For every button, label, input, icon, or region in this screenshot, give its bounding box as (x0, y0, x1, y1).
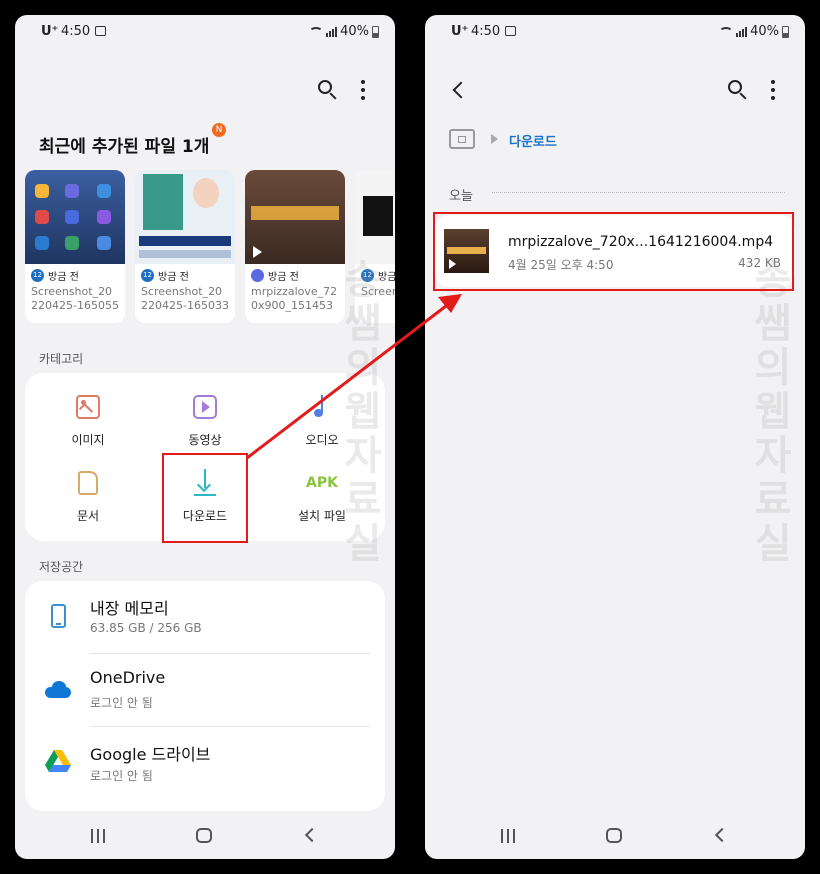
highlight-box-downloads-category (162, 453, 248, 543)
phone-storage-icon (45, 603, 71, 629)
category-section-label: 카테고리 (39, 352, 84, 366)
home-icon[interactable] (606, 828, 622, 843)
storage-subtitle: 63.85 GB / 256 GB (90, 621, 202, 635)
recent-files-title: 최근에 추가된 파일 1개 (39, 137, 210, 157)
watermark: 송쌤의웹자료실 (344, 257, 382, 567)
video-thumbnail (245, 170, 345, 264)
date-group-label: 오늘 (449, 189, 473, 204)
back-icon[interactable] (304, 827, 320, 843)
search-icon[interactable] (725, 77, 751, 103)
storage-title: Google 드라이브 (90, 745, 211, 764)
storage-title: 내장 메모리 (90, 599, 169, 618)
recent-card-filename: mrpizzalove_720x900_1514532... (251, 285, 338, 312)
gallery-notification-icon (505, 26, 516, 36)
carrier-label: U⁺ (451, 24, 469, 39)
recent-file-card[interactable]: 방금 전 mrpizzalove_720x900_1514532... (245, 170, 345, 323)
chevron-right-icon (491, 134, 498, 144)
google-drive-icon (45, 749, 71, 775)
battery-percent: 40% (340, 24, 369, 39)
wifi-icon (309, 26, 324, 37)
category-images[interactable]: 이미지 (33, 393, 143, 448)
storage-internal-memory[interactable]: 내장 메모리 63.85 GB / 256 GB (25, 581, 385, 653)
screenshot-thumbnail (355, 170, 395, 264)
onedrive-icon (45, 676, 71, 702)
wifi-icon (719, 26, 734, 37)
recent-apps-icon[interactable] (91, 829, 105, 843)
signal-icon (736, 26, 748, 37)
status-bar: U⁺ 4:50 40% (425, 15, 805, 49)
storage-onedrive[interactable]: OneDrive 로그인 안 됨 (25, 654, 385, 726)
clock: 4:50 (471, 24, 501, 39)
screenshot-thumbnail (135, 170, 235, 264)
new-badge: N (212, 123, 226, 137)
navigation-bar (15, 815, 395, 859)
downloads-folder-screen: U⁺ 4:50 40% 다운로드 오늘 mrpizzalove_720x...1… (425, 15, 805, 859)
category-videos[interactable]: 동영상 (150, 393, 260, 448)
clock: 4:50 (61, 24, 91, 39)
back-icon[interactable] (714, 827, 730, 843)
back-arrow-icon[interactable] (447, 77, 473, 103)
storage-panel: 내장 메모리 63.85 GB / 256 GB OneDrive 로그인 안 … (25, 581, 385, 811)
breadcrumb-downloads[interactable]: 다운로드 (509, 131, 557, 150)
carrier-label: U⁺ (41, 24, 59, 39)
app-badge-icon: 12 (31, 269, 44, 282)
date-divider (492, 192, 785, 193)
storage-subtitle: 로그인 안 됨 (90, 769, 153, 783)
audio-icon (308, 393, 336, 421)
video-icon (191, 393, 219, 421)
storage-subtitle: 로그인 안 됨 (90, 696, 153, 710)
category-label: 문서 (76, 509, 100, 523)
battery-percent: 40% (750, 24, 779, 39)
screenshot-thumbnail (25, 170, 125, 264)
home-icon[interactable] (196, 828, 212, 843)
watermark: 송쌤의웹자료실 (754, 257, 792, 567)
highlight-box-downloaded-file (433, 212, 794, 291)
home-folder-icon[interactable] (449, 129, 475, 149)
app-badge-icon: 12 (141, 269, 154, 282)
storage-google-drive[interactable]: Google 드라이브 로그인 안 됨 (25, 727, 385, 799)
storage-section-label: 저장공간 (39, 560, 84, 574)
battery-icon (782, 25, 789, 38)
document-icon (74, 469, 102, 497)
file-manager-home-screen: U⁺ 4:50 40% 최근에 추가된 파일 1개 N 12 방금 전 Scree… (15, 15, 395, 859)
app-badge-icon (251, 269, 264, 282)
category-label: 동영상 (188, 433, 222, 447)
recent-card-time: 방금 전 (268, 272, 299, 283)
recent-file-card[interactable]: 12 방금 전 Screenshot_20220425-165033_... (135, 170, 235, 323)
recent-file-card[interactable]: 12 방금 전 Screenshot_20220425-165055_... (25, 170, 125, 323)
search-icon[interactable] (315, 77, 341, 103)
image-icon (74, 393, 102, 421)
breadcrumb: 다운로드 (449, 129, 749, 151)
category-label: 이미지 (71, 433, 105, 447)
recent-card-time: 방금 전 (158, 272, 189, 283)
gallery-notification-icon (95, 26, 106, 36)
more-options-icon[interactable] (760, 77, 786, 103)
recent-card-filename: Screenshot_20220425-165055_... (31, 285, 119, 312)
navigation-bar (425, 815, 805, 859)
status-bar: U⁺ 4:50 40% (15, 15, 395, 49)
storage-title: OneDrive (90, 668, 166, 687)
recent-apps-icon[interactable] (501, 829, 515, 843)
apk-icon: APK (306, 475, 338, 491)
recent-card-time: 방금 전 (48, 272, 79, 283)
recent-card-filename: Screenshot_20220425-165033_... (141, 285, 229, 312)
play-icon (253, 246, 262, 258)
more-options-icon[interactable] (350, 77, 376, 103)
signal-icon (326, 26, 338, 37)
category-documents[interactable]: 문서 (33, 469, 143, 524)
battery-icon (372, 25, 379, 38)
